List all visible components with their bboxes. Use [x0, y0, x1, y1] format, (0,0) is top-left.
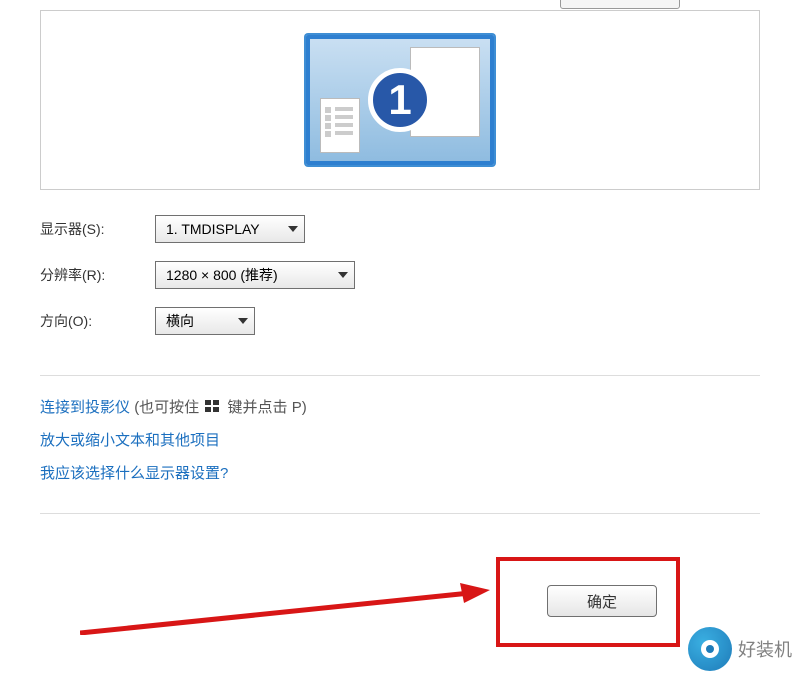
- orientation-label: 方向(O):: [40, 311, 155, 331]
- related-links: 连接到投影仪 (也可按住 键并点击 P) 放大或缩小文本和其他项目 我应该选择什…: [40, 396, 760, 483]
- projector-hint-before: (也可按住: [134, 399, 203, 416]
- chevron-down-icon: [288, 226, 298, 232]
- windows-key-icon: [205, 400, 221, 414]
- display-settings-group: 显示器(S): 1. TMDISPLAY 分辨率(R): 1280 × 800 …: [40, 215, 760, 335]
- resolution-dropdown[interactable]: 1280 × 800 (推荐): [155, 261, 355, 289]
- ok-button[interactable]: 确定: [547, 585, 657, 617]
- watermark: 好装机: [688, 627, 792, 671]
- bottom-divider: [40, 513, 760, 514]
- section-divider: [40, 375, 760, 376]
- resolution-label: 分辨率(R):: [40, 265, 155, 285]
- zoom-text-link-line: 放大或缩小文本和其他项目: [40, 429, 760, 450]
- partial-button-top: [560, 0, 680, 9]
- display-label: 显示器(S):: [40, 219, 155, 239]
- help-link-line: 我应该选择什么显示器设置?: [40, 462, 760, 483]
- ok-button-label: 确定: [587, 591, 617, 612]
- resolution-selector-row: 分辨率(R): 1280 × 800 (推荐): [40, 261, 760, 289]
- display-dropdown[interactable]: 1. TMDISPLAY: [155, 215, 305, 243]
- chevron-down-icon: [238, 318, 248, 324]
- projector-link-line: 连接到投影仪 (也可按住 键并点击 P): [40, 396, 760, 417]
- orientation-dropdown[interactable]: 横向: [155, 307, 255, 335]
- chevron-down-icon: [338, 272, 348, 278]
- monitor-thumbnail[interactable]: 1: [306, 35, 494, 165]
- orientation-selector-row: 方向(O): 横向: [40, 307, 760, 335]
- annotation-arrow: [80, 575, 490, 635]
- projector-hint-after: 键并点击 P): [228, 399, 307, 416]
- watermark-logo-icon: [688, 627, 732, 671]
- preview-list-icon: [320, 98, 360, 153]
- display-selector-row: 显示器(S): 1. TMDISPLAY: [40, 215, 760, 243]
- text-scaling-link[interactable]: 放大或缩小文本和其他项目: [40, 432, 220, 449]
- resolution-dropdown-value: 1280 × 800 (推荐): [166, 265, 278, 285]
- monitor-preview-panel: 1: [40, 10, 760, 190]
- display-help-link[interactable]: 我应该选择什么显示器设置?: [40, 465, 228, 482]
- display-dropdown-value: 1. TMDISPLAY: [166, 221, 260, 237]
- watermark-text: 好装机: [738, 636, 792, 662]
- connect-projector-link[interactable]: 连接到投影仪: [40, 399, 130, 416]
- orientation-dropdown-value: 横向: [166, 311, 194, 331]
- monitor-number-badge: 1: [368, 68, 432, 132]
